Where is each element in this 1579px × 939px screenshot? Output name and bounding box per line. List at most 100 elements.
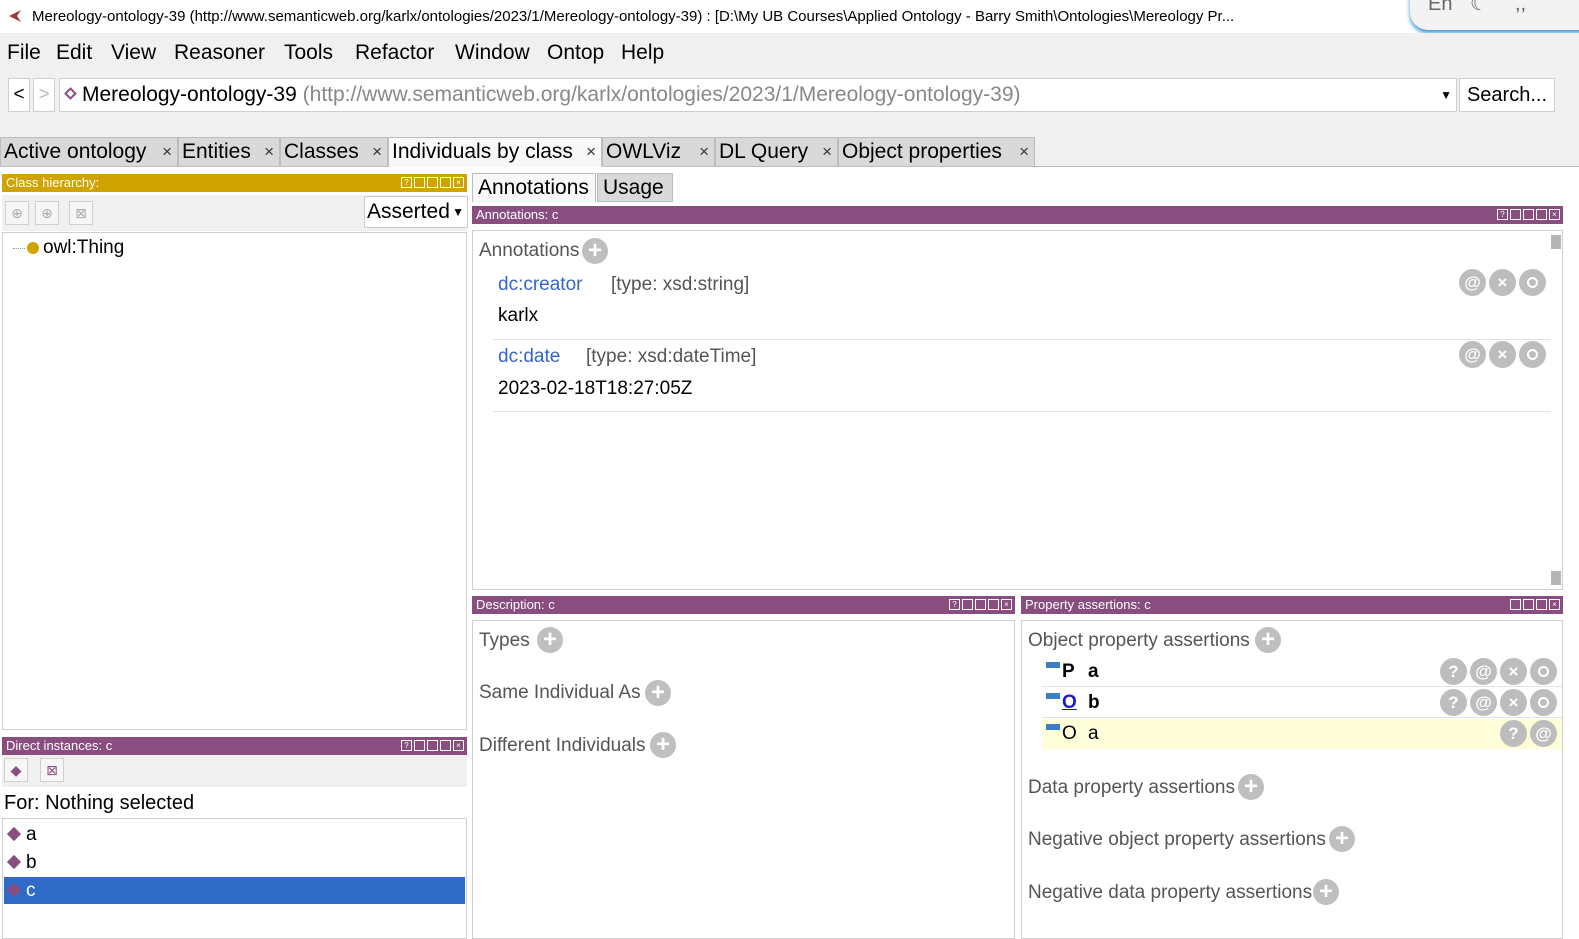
menu-help[interactable]: Help [621,41,664,65]
tab-usage[interactable]: Usage [597,173,673,202]
assertion-property-link[interactable]: O [1062,688,1077,718]
add-subclass-button[interactable]: ⊕ [5,201,29,225]
scrollbar-bottom[interactable] [1551,571,1561,585]
minimize-icon[interactable] [1523,209,1534,220]
inferred-object-assertion-row[interactable]: O a ? @ [1042,719,1562,749]
add-negative-data-assertion-icon[interactable]: + [1313,879,1339,905]
minimize-icon[interactable] [427,177,438,188]
split-icon[interactable] [1510,599,1521,610]
edit-icon[interactable] [1519,269,1546,296]
add-negative-object-assertion-icon[interactable]: + [1329,826,1355,852]
list-item[interactable]: a [4,821,465,848]
close-icon[interactable]: × [264,138,274,166]
back-button[interactable]: < [8,78,30,112]
close-icon[interactable]: × [822,138,832,166]
help-icon[interactable]: ? [949,599,960,610]
close-icon[interactable]: × [1019,138,1029,166]
delete-icon[interactable]: × [1489,269,1516,296]
add-type-icon[interactable]: + [537,627,563,653]
menu-reasoner[interactable]: Reasoner [174,41,265,65]
delete-icon[interactable]: × [1489,341,1516,368]
close-icon[interactable]: × [1549,209,1560,220]
delete-icon[interactable]: × [1500,689,1527,716]
ime-indicator[interactable]: En ☾ ,, [1410,0,1579,30]
maximize-icon[interactable] [1536,209,1547,220]
add-annotation-icon[interactable]: + [582,238,608,264]
split-icon[interactable] [414,740,425,751]
object-assertion-row[interactable]: O b ? @ × [1042,688,1562,718]
tab-annotations[interactable]: Annotations [472,173,596,202]
tab-dl-query[interactable]: DL Query × [715,137,838,167]
search-button[interactable]: Search... [1459,78,1555,112]
chevron-down-icon[interactable]: ▼ [1440,79,1452,111]
add-sibling-button[interactable]: ⊕ [35,201,59,225]
add-object-property-assertion-icon[interactable]: + [1255,627,1281,653]
close-icon[interactable]: × [1001,599,1012,610]
menu-tools[interactable]: Tools [284,41,333,65]
annotate-icon[interactable]: @ [1459,269,1486,296]
annotation-property[interactable]: dc:date [498,346,560,368]
tab-individuals-by-class[interactable]: Individuals by class × [388,137,602,167]
delete-class-button[interactable]: ⊠ [69,201,93,225]
close-icon[interactable]: × [586,138,596,166]
menu-window[interactable]: Window [455,41,530,65]
scrollbar-top[interactable] [1551,235,1561,249]
minimize-icon[interactable] [1523,599,1534,610]
explain-icon[interactable]: ? [1500,720,1527,747]
edit-icon[interactable] [1530,658,1557,685]
tab-entities[interactable]: Entities × [178,137,280,167]
active-ontology-selector[interactable]: Mereology-ontology-39 (http://www.semant… [59,78,1457,112]
menu-refactor[interactable]: Refactor [355,41,434,65]
ontology-name: Mereology-ontology-39 [82,83,297,106]
edit-icon[interactable] [1519,341,1546,368]
maximize-icon[interactable] [1536,599,1547,610]
class-hierarchy-toolbar: ⊕ ⊕ ⊠ Asserted ▼ [2,195,468,231]
delete-icon[interactable]: × [1500,658,1527,685]
help-icon[interactable]: ? [401,177,412,188]
edit-icon[interactable] [1530,689,1557,716]
close-icon[interactable]: × [1549,599,1560,610]
split-icon[interactable] [1510,209,1521,220]
assertion-property: O [1062,723,1077,744]
minimize-icon[interactable] [427,740,438,751]
close-icon[interactable]: × [453,740,464,751]
maximize-icon[interactable] [440,177,451,188]
menu-edit[interactable]: Edit [56,41,92,65]
annotate-icon[interactable]: @ [1470,658,1497,685]
list-item-selected[interactable]: c [4,877,465,904]
annotate-icon[interactable]: @ [1530,720,1557,747]
close-icon[interactable]: × [453,177,464,188]
close-icon[interactable]: × [162,138,172,166]
tab-owlviz[interactable]: OWLViz × [602,137,715,167]
tab-object-properties[interactable]: Object properties × [838,137,1035,167]
object-assertion-row[interactable]: P a ? @ × [1042,657,1562,687]
add-same-individual-icon[interactable]: + [645,680,671,706]
add-individual-button[interactable]: ◆ [4,758,28,782]
help-icon[interactable]: ? [401,740,412,751]
split-icon[interactable] [414,177,425,188]
add-data-property-assertion-icon[interactable]: + [1238,774,1264,800]
tab-active-ontology[interactable]: Active ontology × [0,137,178,167]
annotate-icon[interactable]: @ [1459,341,1486,368]
tab-classes[interactable]: Classes × [280,137,388,167]
add-different-individual-icon[interactable]: + [650,732,676,758]
menu-file[interactable]: File [7,41,41,65]
help-icon[interactable]: ? [1497,209,1508,220]
menu-view[interactable]: View [111,41,156,65]
hierarchy-mode-select[interactable]: Asserted ▼ [364,196,468,228]
split-icon[interactable] [962,599,973,610]
tree-item-owl-thing[interactable]: owl:Thing [43,237,124,259]
menu-ontop[interactable]: Ontop [547,41,604,65]
annotation-property[interactable]: dc:creator [498,274,582,296]
close-icon[interactable]: × [699,138,709,166]
list-item[interactable]: b [4,849,465,876]
forward-button[interactable]: > [33,78,55,112]
explain-icon[interactable]: ? [1440,658,1467,685]
close-icon[interactable]: × [372,138,382,166]
annotate-icon[interactable]: @ [1470,689,1497,716]
delete-individual-button[interactable]: ⊠ [40,758,64,782]
minimize-icon[interactable] [975,599,986,610]
explain-icon[interactable]: ? [1440,689,1467,716]
maximize-icon[interactable] [440,740,451,751]
maximize-icon[interactable] [988,599,999,610]
